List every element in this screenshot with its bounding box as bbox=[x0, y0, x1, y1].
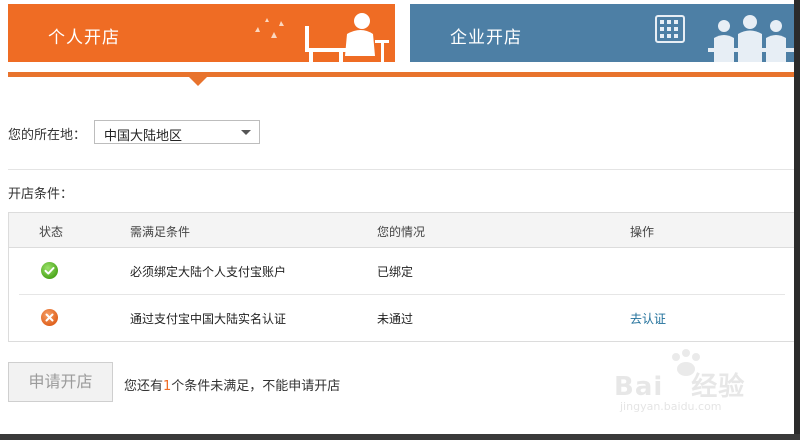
apply-hint-prefix: 您还有 bbox=[124, 379, 164, 394]
header-situation: 您的情况 bbox=[377, 225, 426, 239]
conditions-table: 状态 需满足条件 您的情况 操作 必须绑定大陆个人支付宝账户 已绑定 通过支付宝… bbox=[8, 212, 796, 342]
tab-personal-store[interactable]: 个人开店 bbox=[8, 4, 395, 62]
requirement-text: 通过支付宝中国大陆实名认证 bbox=[130, 312, 287, 326]
verify-link[interactable]: 去认证 bbox=[630, 310, 666, 327]
header-requirement: 需满足条件 bbox=[130, 225, 191, 239]
apply-hint-suffix: 个条件未满足，不能申请开店 bbox=[171, 379, 341, 394]
tab-underline bbox=[8, 72, 796, 77]
chevron-down-icon bbox=[241, 130, 251, 135]
cross-icon bbox=[41, 309, 58, 326]
apply-hint: 您还有1个条件未满足，不能申请开店 bbox=[124, 375, 340, 394]
watermark-site: jingyan.baidu.com bbox=[620, 400, 722, 413]
baidu-watermark: Bai 经验 jingyan.baidu.com bbox=[588, 348, 788, 418]
table-row: 通过支付宝中国大陆实名认证 未通过 去认证 bbox=[9, 295, 795, 341]
watermark-brand-cn: 经验 bbox=[691, 372, 746, 402]
conditions-label: 开店条件： bbox=[8, 187, 74, 202]
frame-edge-bottom bbox=[0, 434, 800, 440]
table-row: 必须绑定大陆个人支付宝账户 已绑定 bbox=[9, 248, 795, 294]
location-select[interactable]: 中国大陆地区 bbox=[94, 120, 260, 144]
person-at-desk-icon bbox=[255, 13, 389, 62]
check-icon bbox=[41, 262, 58, 279]
apply-store-button[interactable]: 申请开店 bbox=[8, 362, 113, 402]
header-action: 操作 bbox=[630, 225, 655, 239]
page: 个人开店 企业开店 您的所在地： 中国大陆地区 开店条件： 状态 需满足条件 您… bbox=[0, 0, 800, 440]
tab-enterprise-label: 企业开店 bbox=[450, 28, 522, 48]
frame-edge-right bbox=[794, 0, 800, 440]
situation-text: 已绑定 bbox=[377, 265, 414, 279]
tab-enterprise-store[interactable]: 企业开店 bbox=[410, 4, 796, 62]
tab-personal-label: 个人开店 bbox=[48, 28, 120, 48]
watermark-brand-latin: Bai bbox=[614, 372, 664, 402]
meeting-people-icon bbox=[655, 15, 794, 62]
location-label: 您的所在地： bbox=[8, 128, 87, 143]
section-divider bbox=[8, 169, 796, 170]
location-select-value: 中国大陆地区 bbox=[104, 129, 183, 144]
requirement-text: 必须绑定大陆个人支付宝账户 bbox=[130, 265, 287, 279]
active-tab-pointer-icon bbox=[188, 76, 208, 86]
situation-text: 未通过 bbox=[377, 312, 414, 326]
watermark-brand: Bai 经验 bbox=[614, 366, 745, 403]
header-status: 状态 bbox=[39, 225, 64, 239]
table-header: 状态 需满足条件 您的情况 操作 bbox=[9, 213, 795, 248]
